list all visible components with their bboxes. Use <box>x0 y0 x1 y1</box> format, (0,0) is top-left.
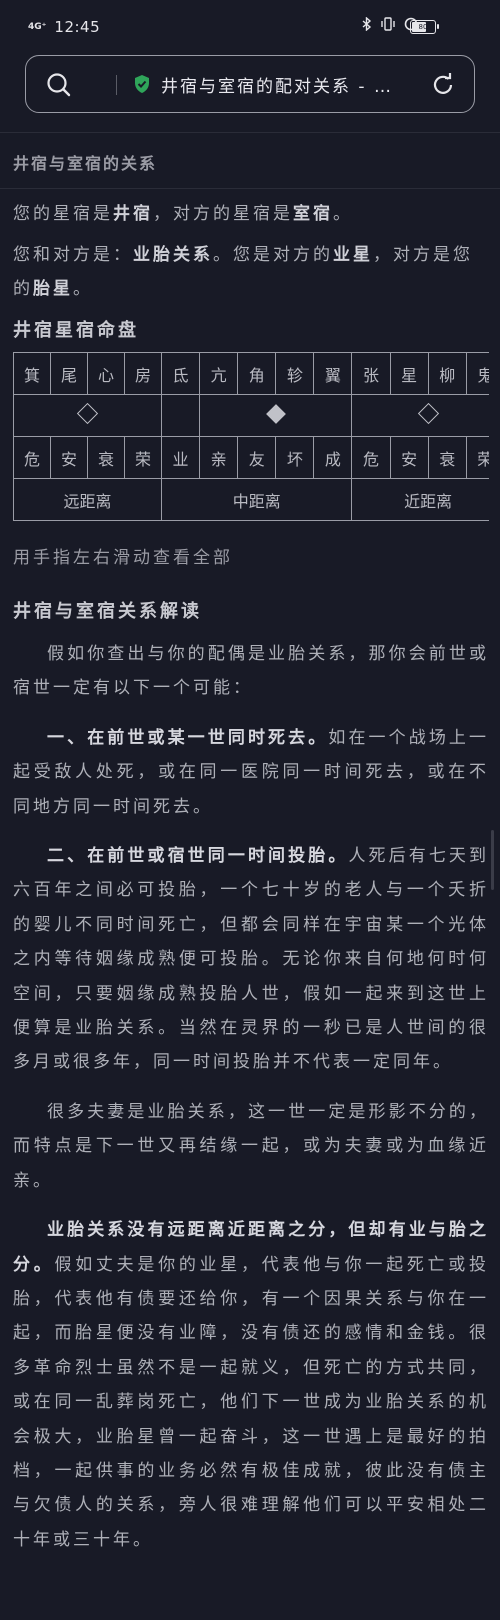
relation-cell: 衰 <box>87 436 125 479</box>
intro-paragraph-1: 您的星宿是井宿，对方的星宿是室宿。 <box>13 204 353 224</box>
relation-cell: 坏 <box>275 436 315 479</box>
mansion-cell: 柳 <box>427 352 467 395</box>
article-paragraph: 很多夫妻是业胎关系，这一世一定是形影不分的，而特点是下一世又再结缘一起，或为夫妻… <box>13 1101 489 1191</box>
marker-row <box>13 394 489 437</box>
mansion-cell: 张 <box>351 352 391 395</box>
section-title: 井宿与室宿关系解读 <box>13 601 202 622</box>
relation-cell: 危 <box>13 436 51 479</box>
relation-cell: 成 <box>313 436 353 479</box>
mansion-cell: 翼 <box>313 352 353 395</box>
marker-cell <box>160 394 201 437</box>
relation-cell: 业 <box>160 436 201 479</box>
mansion-cell: 房 <box>124 352 162 395</box>
relation-cell: 衰 <box>427 436 467 479</box>
mansion-cell: 氐 <box>160 352 201 395</box>
mansion-cell: 心 <box>87 352 125 395</box>
breadcrumb-divider <box>0 188 500 189</box>
breadcrumb[interactable]: 井宿与室宿的关系 <box>13 150 489 178</box>
search-icon[interactable] <box>46 72 72 102</box>
distance-cell: 中距离 <box>160 478 353 521</box>
mansion-cell: 轸 <box>275 352 315 395</box>
signal-icon: 4G⁺ <box>28 21 47 32</box>
relation-cell: 友 <box>237 436 277 479</box>
mansion-row: 箕 尾 心 房 氐 亢 角 轸 翼 张 星 柳 鬼 井 <box>13 352 489 395</box>
relation-cell: 危 <box>351 436 391 479</box>
article-paragraph: 一、在前世或某一世同时死去。如在一个战场上一起受敌人处死，或在同一医院同一时间死… <box>13 727 490 817</box>
battery-icon: 80 <box>410 20 439 34</box>
mansion-chart-scroller[interactable]: 箕 尾 心 房 氐 亢 角 轸 翼 张 星 柳 鬼 井 <box>13 352 489 521</box>
distance-cell: 远距离 <box>13 478 162 521</box>
article-paragraph: 假如你查出与你的配偶是业胎关系，那你会前世或宿世一定有以下一个可能： <box>13 644 489 699</box>
swipe-hint: 用手指左右滑动查看全部 <box>13 548 233 568</box>
article-paragraph: 二、在前世或宿世同一时间投胎。人死后有七天到六百年之间必可投胎，一个七十岁的老人… <box>13 846 490 1073</box>
distance-cell: 近距离 <box>351 478 489 521</box>
address-divider <box>116 75 117 95</box>
open-diamond-icon <box>417 402 439 425</box>
intro-paragraph-2: 您和对方是：业胎关系。您是对方的业星，对方是您的胎星。 <box>13 245 473 299</box>
relation-cell: 亲 <box>199 436 239 479</box>
relation-cell: 荣 <box>465 436 489 479</box>
scrollbar[interactable] <box>491 830 494 890</box>
status-time: 12:45 <box>54 18 101 36</box>
address-title[interactable]: 井宿与室宿的配对关系 - … <box>161 72 401 98</box>
relation-cell: 安 <box>50 436 88 479</box>
mansion-cell: 星 <box>389 352 429 395</box>
marker-cell <box>351 394 489 437</box>
mansion-chart-table: 箕 尾 心 房 氐 亢 角 轸 翼 张 星 柳 鬼 井 <box>13 352 489 521</box>
status-bar: 4G⁺ 12:45 80 <box>0 0 500 48</box>
relation-row: 危 安 衰 荣 业 亲 友 坏 成 危 安 衰 荣 命 <box>13 436 489 479</box>
reload-icon[interactable] <box>430 72 456 102</box>
article-content: 井宿与室宿的关系 您的星宿是井宿，对方的星宿是室宿。 您和对方是：业胎关系。您是… <box>0 150 500 1557</box>
marker-cell <box>13 394 162 437</box>
status-left: 4G⁺ 12:45 <box>28 18 100 36</box>
top-divider <box>0 132 500 133</box>
vibrate-icon <box>380 17 396 35</box>
article-paragraph: 业胎关系没有远距离近距离之分，但却有业与胎之分。假如丈夫是你的业星，代表他与你一… <box>13 1220 490 1550</box>
bluetooth-icon <box>362 16 372 35</box>
mansion-cell: 角 <box>237 352 277 395</box>
shield-check-icon[interactable] <box>133 74 151 98</box>
marker-cell <box>199 394 353 437</box>
address-bar[interactable]: 井宿与室宿的配对关系 - … <box>25 55 475 113</box>
mansion-cell: 鬼 <box>465 352 489 395</box>
mansion-cell: 尾 <box>50 352 88 395</box>
open-diamond-icon <box>76 402 99 425</box>
battery-level: 80 <box>418 23 428 31</box>
mansion-cell: 亢 <box>199 352 239 395</box>
filled-diamond-icon <box>265 404 286 424</box>
distance-row: 远距离 中距离 近距离 <box>13 478 489 521</box>
mansion-cell: 箕 <box>13 352 51 395</box>
relation-cell: 安 <box>389 436 429 479</box>
relation-cell: 荣 <box>124 436 162 479</box>
chart-title: 井宿星宿命盘 <box>13 320 139 341</box>
